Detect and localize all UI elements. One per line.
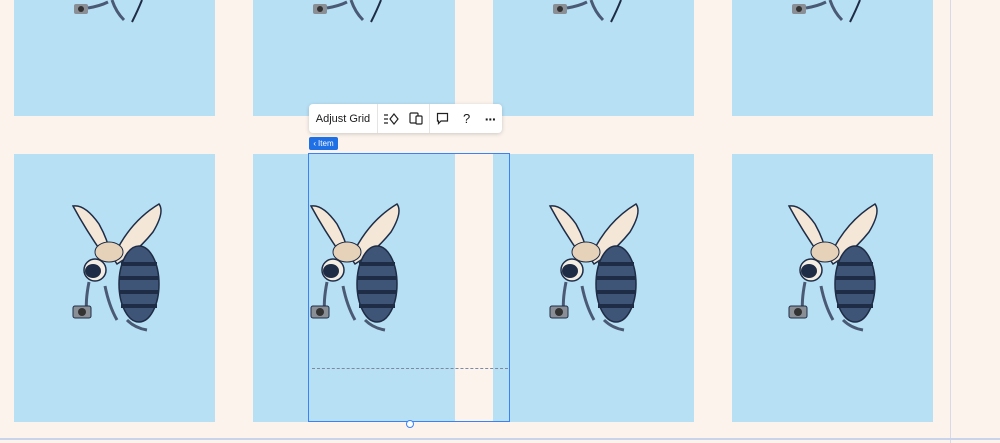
canvas-bottom-rule [0, 438, 1000, 440]
grid-tile[interactable] [14, 0, 215, 116]
editor-canvas: Adjust Grid ? ··· ‹ Item [0, 0, 1000, 443]
bee-illustration [74, 0, 143, 23]
resize-handle[interactable] [406, 420, 414, 428]
bee-illustration [787, 203, 878, 332]
bee-illustration [548, 203, 639, 332]
grid-tile[interactable] [732, 154, 933, 422]
chevron-left-icon: ‹ [313, 139, 317, 148]
help-icon: ? [462, 111, 471, 126]
help-button[interactable]: ? [455, 104, 479, 133]
layout-devices-icon [409, 112, 423, 125]
canvas-edge-divider [950, 0, 951, 443]
grid-tile[interactable] [732, 0, 933, 116]
item-breadcrumb-chip[interactable]: ‹ Item [309, 137, 338, 150]
more-actions-button[interactable]: ··· [478, 104, 502, 133]
arrange-button[interactable] [378, 104, 404, 133]
grid-tile[interactable] [14, 154, 215, 422]
layout-devices-button[interactable] [404, 104, 430, 133]
selection-guide-line [312, 368, 508, 369]
item-chip-label: Item [318, 139, 334, 148]
grid-tile[interactable] [493, 0, 694, 116]
grid-tile[interactable] [493, 154, 694, 422]
selected-item-frame[interactable] [308, 153, 510, 422]
bee-illustration [71, 203, 162, 332]
grid-tile[interactable] [253, 0, 455, 116]
floating-toolbar: Adjust Grid ? ··· [309, 104, 502, 133]
comment-button[interactable] [430, 104, 455, 133]
bee-illustration [313, 0, 382, 23]
bee-illustration [792, 0, 861, 23]
adjust-grid-button[interactable]: Adjust Grid [309, 104, 377, 133]
more-icon: ··· [484, 110, 497, 127]
comment-icon [436, 112, 449, 125]
adjust-grid-label: Adjust Grid [315, 112, 371, 125]
arrange-icon [383, 112, 399, 125]
bee-illustration [553, 0, 622, 23]
